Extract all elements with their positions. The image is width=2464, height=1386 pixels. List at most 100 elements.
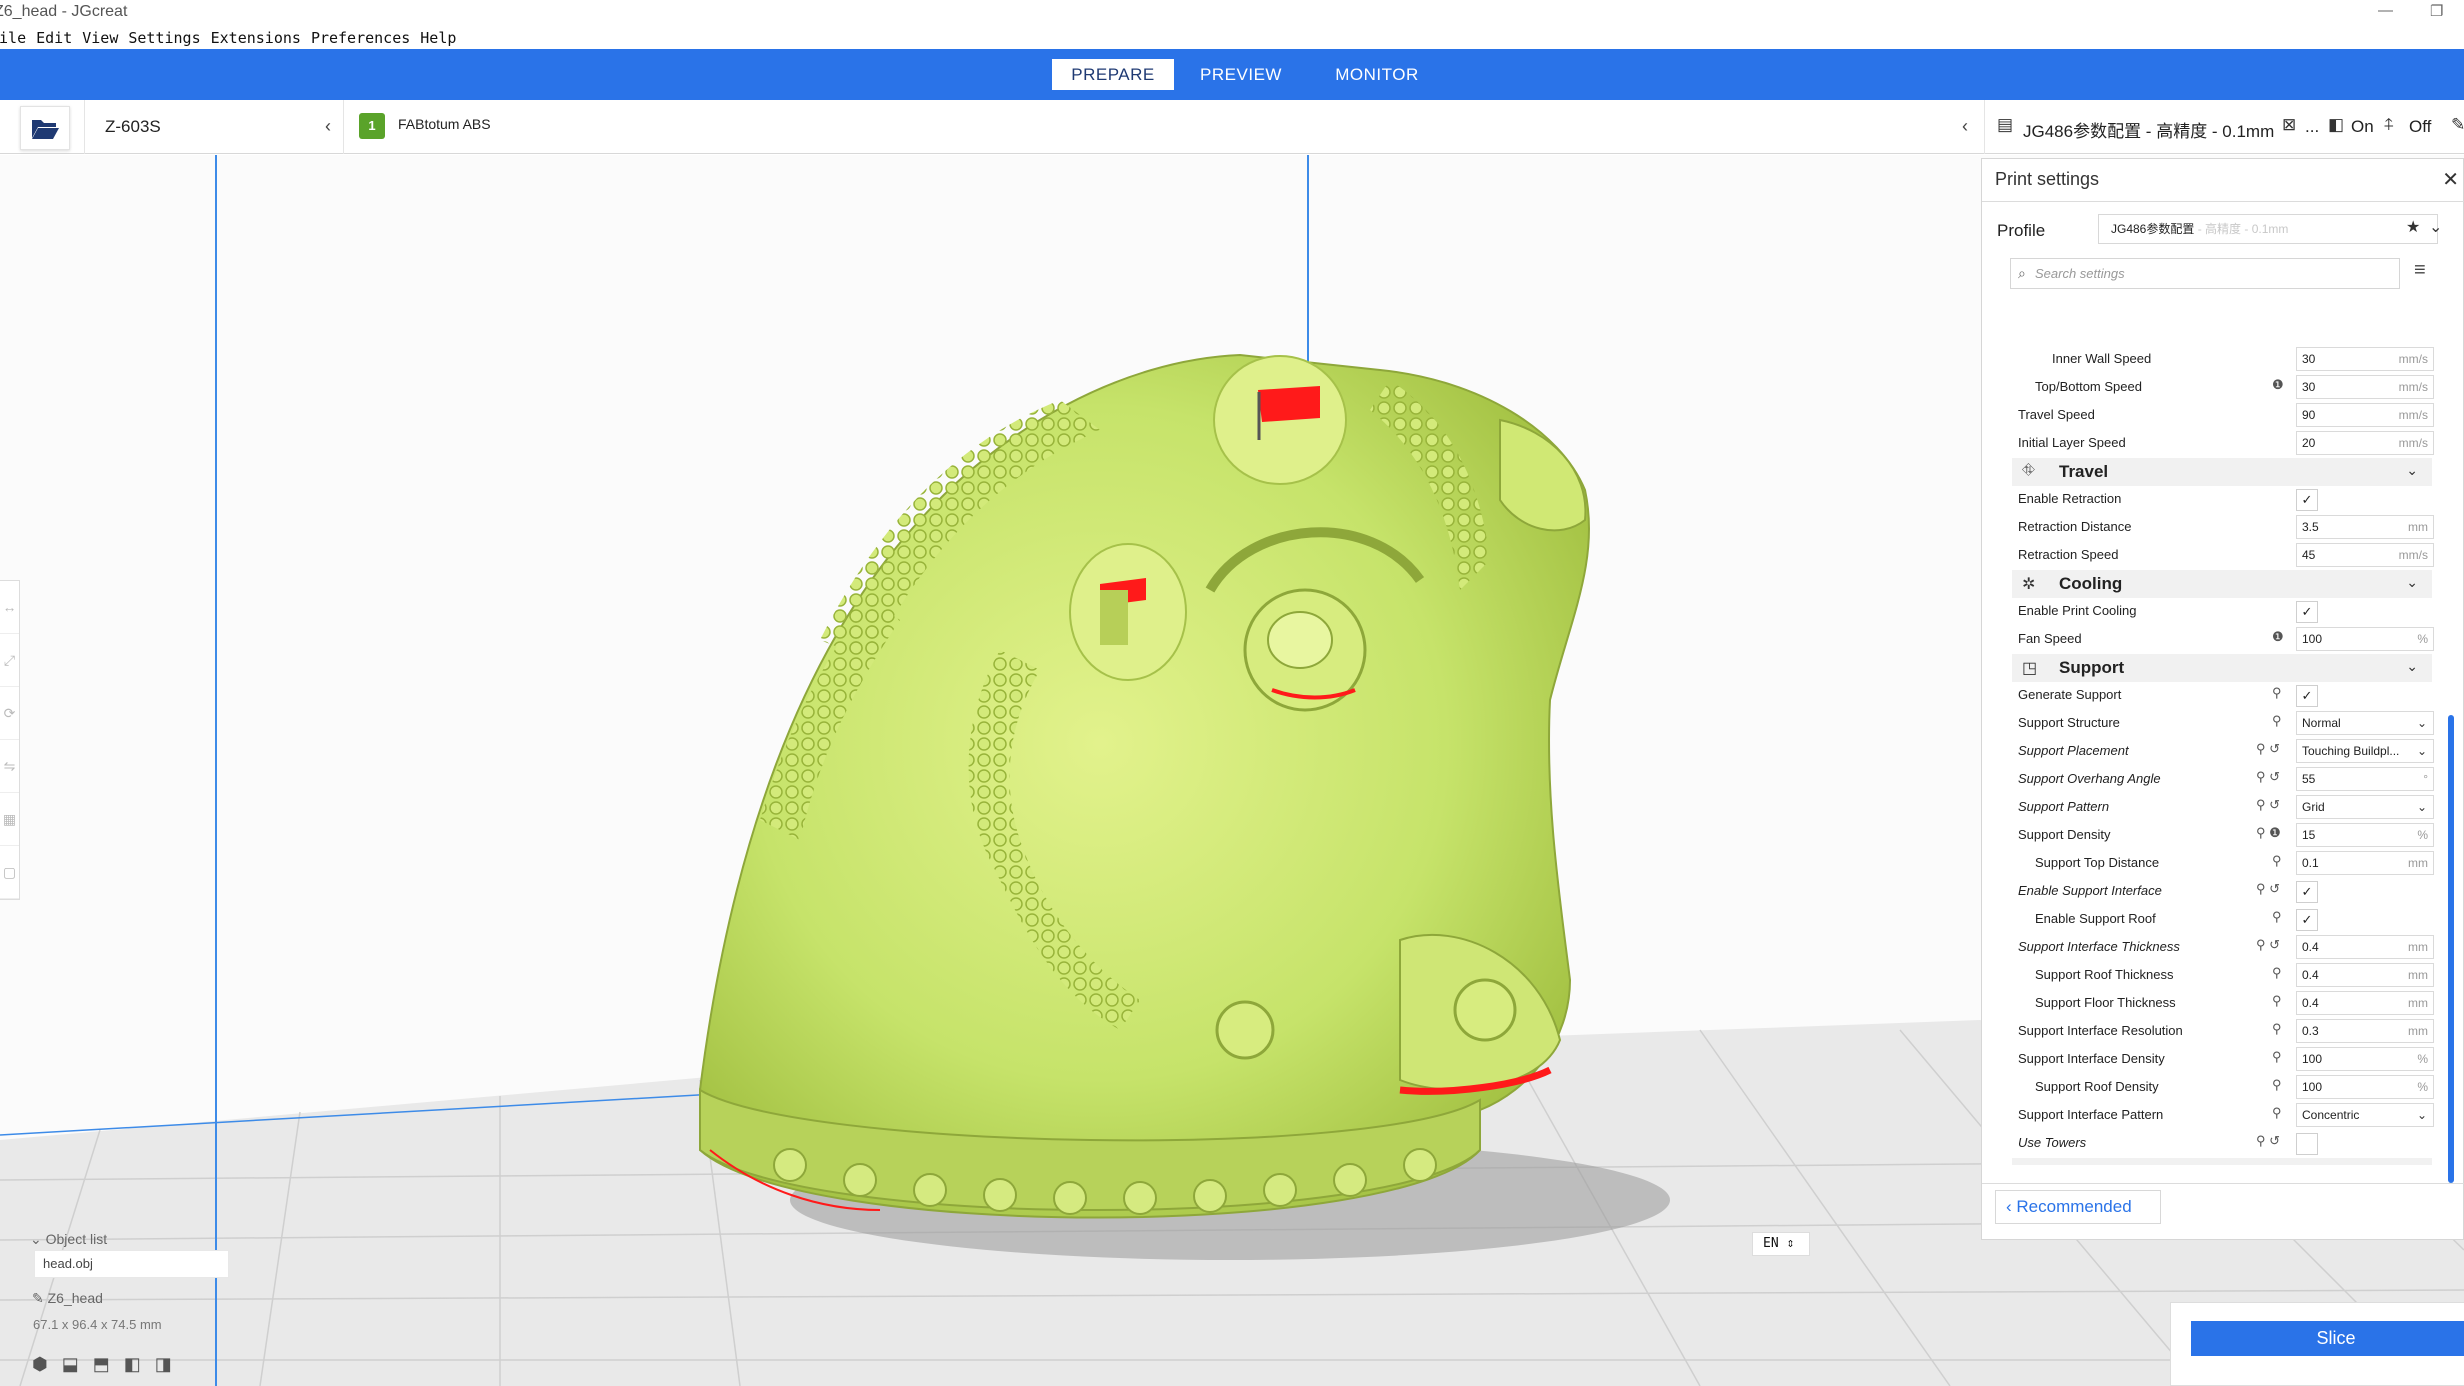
settings-list[interactable]: Inner Wall Speed 30 mm/s Top/Bottom Speed ❶ 3… <box>1982 307 2464 1165</box>
view-3d-icon[interactable]: ⬢ <box>32 1354 48 1375</box>
setting-label: Support Roof Thickness <box>2035 967 2174 982</box>
setting-value-field[interactable]: 0.4 mm <box>2296 935 2434 959</box>
chevron-down-icon[interactable]: ⌄ <box>2429 217 2442 237</box>
setting-state-icons[interactable]: ⚲ ↺ <box>2256 881 2280 897</box>
setting-dropdown[interactable]: Normal ⌄ <box>2296 711 2434 735</box>
view-left-icon[interactable]: ◧ <box>124 1354 141 1375</box>
setting-value: 15 <box>2302 828 2316 842</box>
print-settings-summary[interactable]: ▤ JG486参数配置 - 高精度 - 0.1mm ⊠ ... ◧ On ⍏ O… <box>1984 100 2464 154</box>
setting-checkbox[interactable]: ✓ <box>2296 601 2318 623</box>
setting-value-field[interactable]: 90 mm/s <box>2296 403 2434 427</box>
setting-state-icons[interactable]: ❶ <box>2272 629 2284 645</box>
horse-head-model[interactable] <box>699 353 1591 1219</box>
menu-preferences[interactable]: Preferences <box>311 27 410 49</box>
minimize-button[interactable]: — <box>2378 2 2393 19</box>
setting-value-field[interactable]: 45 mm/s <box>2296 543 2434 567</box>
object-file-item[interactable]: head.obj <box>34 1250 229 1278</box>
category-cooling[interactable]: ✲ Cooling ⌄ <box>2012 570 2432 598</box>
extruder-badge: 1 <box>359 113 385 139</box>
setting-row: Support Interface Pattern ⚲ Concentric ⌄ <box>1982 1101 2452 1129</box>
setting-state-icons[interactable]: ⚲ <box>2272 965 2282 981</box>
setting-value: 0.1 <box>2302 856 2319 870</box>
printer-selector[interactable]: Z-603S ‹ <box>84 100 344 154</box>
setting-value-field[interactable]: 0.1 mm <box>2296 851 2434 875</box>
setting-value-field[interactable]: 15% <box>2296 823 2434 847</box>
setting-value-field[interactable]: 30 mm/s <box>2296 375 2434 399</box>
setting-label: Support Structure <box>2018 715 2120 730</box>
setting-value-field[interactable]: 55 ° <box>2296 767 2434 791</box>
menu-icon[interactable]: ≡ <box>2414 259 2426 282</box>
object-list-header[interactable]: ⌄ Object list <box>30 1231 107 1248</box>
close-icon[interactable]: ✕ <box>2442 167 2459 192</box>
open-file-button[interactable] <box>20 106 70 150</box>
setting-state-icons[interactable]: ⚲ <box>2272 909 2282 925</box>
setting-dropdown[interactable]: Touching Buildpl... ⌄ <box>2296 739 2434 763</box>
view-top-icon[interactable]: ⬒ <box>93 1354 110 1375</box>
setting-value-field[interactable]: 3.5 mm <box>2296 515 2434 539</box>
setting-value-field[interactable]: 0.4 mm <box>2296 991 2434 1015</box>
menu-extensions[interactable]: Extensions <box>211 27 301 49</box>
setting-state-icons[interactable]: ⚲ ❶ <box>2256 825 2281 841</box>
setting-checkbox[interactable]: ✓ <box>2296 881 2318 903</box>
setting-dropdown[interactable]: Grid ⌄ <box>2296 795 2434 819</box>
setting-state-icons[interactable]: ⚲ <box>2272 1021 2282 1037</box>
category-build-plate-adhesion[interactable]: ⊹ Build Plate Adhesion ⌄ <box>2012 1158 2432 1165</box>
setting-checkbox[interactable]: ✓ <box>2296 489 2318 511</box>
setting-checkbox[interactable]: ✓ <box>2296 685 2318 707</box>
setting-state-icons[interactable]: ⚲ <box>2272 853 2282 869</box>
setting-value-field[interactable]: 30 mm/s <box>2296 347 2434 371</box>
rotate-tool-icon[interactable]: ⟳ <box>0 687 19 740</box>
setting-state-icons[interactable]: ⚲ ↺ <box>2256 1133 2280 1149</box>
tab-preview[interactable]: PREVIEW <box>1186 59 1296 90</box>
mirror-tool-icon[interactable]: ⇋ <box>0 740 19 793</box>
setting-checkbox[interactable]: ✓ <box>2296 909 2318 931</box>
tab-monitor[interactable]: MONITOR <box>1320 59 1434 90</box>
setting-value-field[interactable]: 100% <box>2296 627 2434 651</box>
setting-state-icons[interactable]: ⚲ ↺ <box>2256 797 2280 813</box>
menu-file[interactable]: File <box>0 27 26 49</box>
maximize-button[interactable]: ❐ <box>2430 2 2443 20</box>
category-travel[interactable]: ⛗ Travel ⌄ <box>2012 458 2432 486</box>
setting-state-icons[interactable]: ⚲ ↺ <box>2256 937 2280 953</box>
menu-help[interactable]: Help <box>420 27 456 49</box>
setting-value-field[interactable]: 0.4 mm <box>2296 963 2434 987</box>
setting-state-icons[interactable]: ⚲ <box>2272 1105 2282 1121</box>
setting-state-icons[interactable]: ⚲ <box>2272 1077 2282 1093</box>
move-tool-icon[interactable]: ↔ <box>0 581 19 634</box>
search-input[interactable]: ⌕ Search settings <box>2010 258 2400 289</box>
menu-view[interactable]: View <box>82 27 118 49</box>
settings-scrollbar[interactable] <box>2448 715 2454 1183</box>
material-selector[interactable]: 1 FABtotum ABS ‹ <box>344 100 1974 154</box>
setting-value-field[interactable]: 0.3 mm <box>2296 1019 2434 1043</box>
tab-prepare[interactable]: PREPARE <box>1052 59 1174 90</box>
setting-state-icons[interactable]: ⚲ ↺ <box>2256 741 2280 757</box>
star-icon[interactable]: ★ <box>2406 217 2420 237</box>
profile-dropdown[interactable]: JG486参数配置 - 高精度 - 0.1mm <box>2098 214 2438 244</box>
setting-label: Generate Support <box>2018 687 2122 702</box>
menu-settings[interactable]: Settings <box>128 27 200 49</box>
view-right-icon[interactable]: ◨ <box>155 1354 172 1375</box>
setting-value-field[interactable]: 100% <box>2296 1047 2434 1071</box>
setting-checkbox[interactable] <box>2296 1133 2318 1155</box>
setting-value-field[interactable]: 20 mm/s <box>2296 431 2434 455</box>
scale-tool-icon[interactable]: ⤢ <box>0 634 19 687</box>
setting-state-icons[interactable]: ⚲ <box>2272 713 2282 729</box>
setting-state-icons[interactable]: ⚲ ↺ <box>2256 769 2280 785</box>
setting-state-icons[interactable]: ❶ <box>2272 377 2284 393</box>
slice-button[interactable]: Slice <box>2191 1321 2464 1356</box>
setting-dropdown[interactable]: Concentric ⌄ <box>2296 1103 2434 1127</box>
setting-value-field[interactable]: 100% <box>2296 1075 2434 1099</box>
setting-state-icons[interactable]: ⚲ <box>2272 1049 2282 1065</box>
recommended-button[interactable]: ‹ Recommended <box>1995 1190 2161 1224</box>
object-name[interactable]: ✎ Z6_head <box>32 1290 103 1307</box>
language-indicator[interactable]: EN ⇕ <box>1752 1232 1810 1256</box>
setting-state-icons[interactable]: ⚲ <box>2272 685 2282 701</box>
setting-value: 3.5 <box>2302 520 2319 534</box>
support-blocker-icon[interactable]: ▢ <box>0 846 19 899</box>
menu-edit[interactable]: Edit <box>36 27 72 49</box>
search-placeholder: Search settings <box>2035 266 2125 281</box>
view-front-icon[interactable]: ⬓ <box>62 1354 79 1375</box>
category-support[interactable]: ◳ Support ⌄ <box>2012 654 2432 682</box>
per-model-settings-icon[interactable]: ▦ <box>0 793 19 846</box>
setting-state-icons[interactable]: ⚲ <box>2272 993 2282 1009</box>
